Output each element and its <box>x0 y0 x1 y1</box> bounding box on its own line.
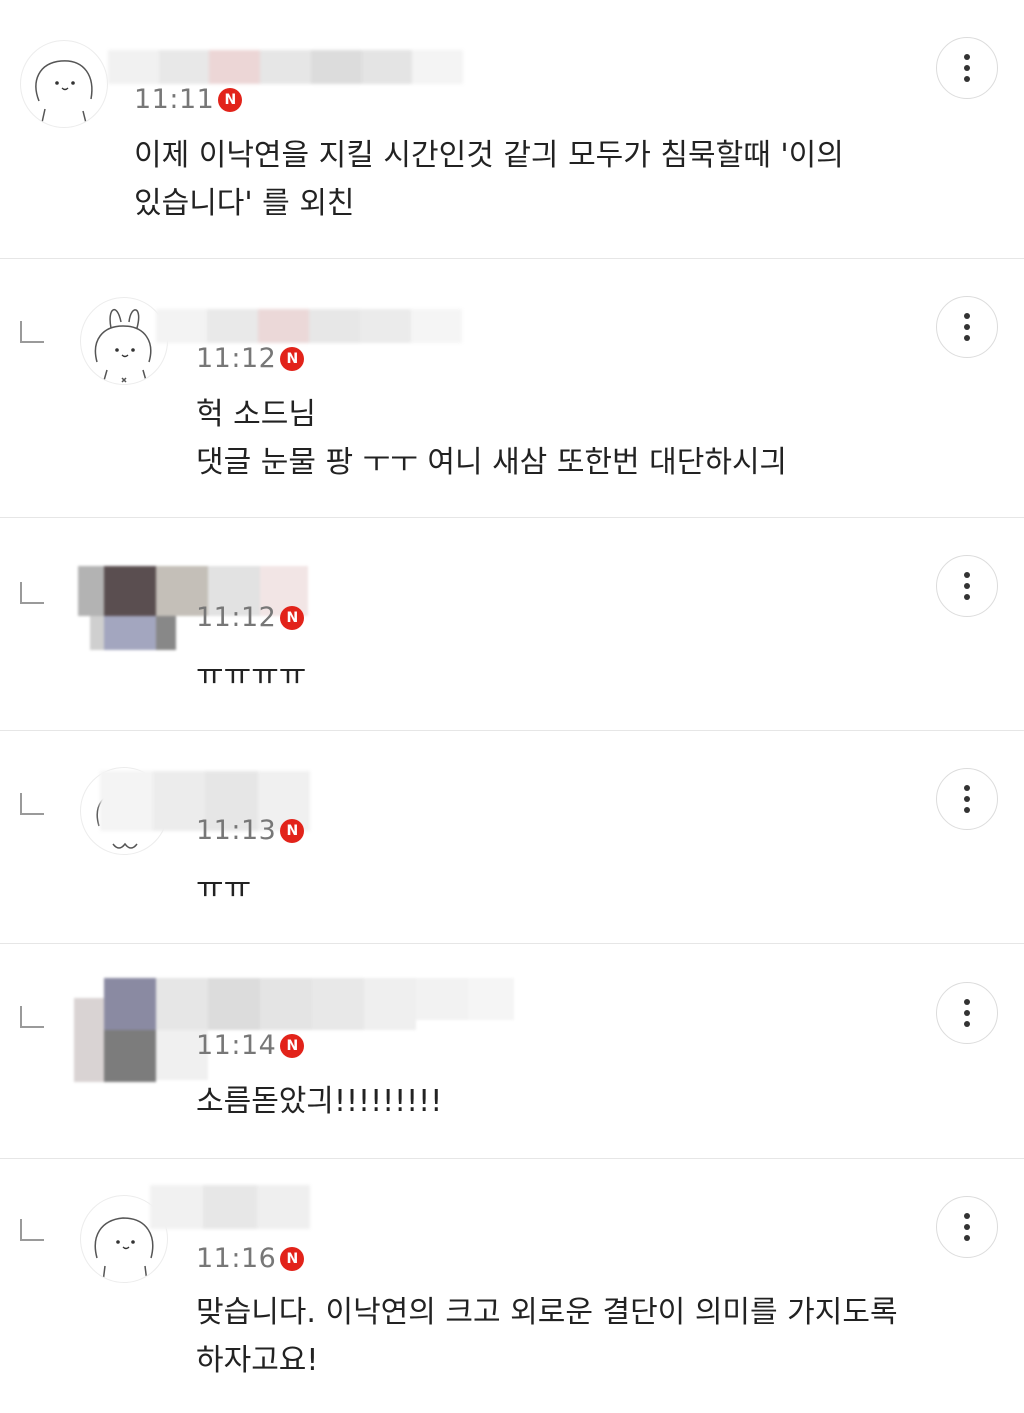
comment-meta: 11:12 N <box>196 602 305 633</box>
reply-item: 11:16 N 맞습니다. 이낙연의 크고 외로운 결단이 의미를 가지도록 하… <box>0 1159 1024 1413</box>
comment-time: 11:11 <box>134 84 215 115</box>
comment-text: ㅠㅠ <box>196 865 251 913</box>
more-options-button[interactable] <box>936 1196 998 1258</box>
reply-item: 11:12 N 헉 소드님 댓글 눈물 팡 ㅜㅜ 여니 새삼 또한번 대단하시긔 <box>0 259 1024 518</box>
new-badge-icon: N <box>280 605 305 630</box>
reply-item: 11:12 N ㅠㅠㅠㅠ <box>0 518 1024 731</box>
comment-text-line: 소름돋았긔!!!!!!!!! <box>196 1084 443 1119</box>
comment-meta: 11:16 N <box>196 1243 305 1274</box>
comment-text-line: 헉 소드님 <box>196 397 316 432</box>
bunny-ears-icon <box>94 309 152 384</box>
comment-meta: 11:11 N <box>134 84 243 115</box>
comment-text: 소름돋았긔!!!!!!!!! <box>196 1078 442 1126</box>
comment-text: 이제 이낙연을 지킬 시간인것 같긔 모두가 침묵할때 '이의 있습니다' 를 … <box>134 132 844 228</box>
new-badge-icon: N <box>280 1246 305 1271</box>
more-options-button[interactable] <box>936 982 998 1044</box>
new-badge-icon: N <box>218 87 243 112</box>
comment-time: 11:12 <box>196 343 277 374</box>
comment-text: ㅠㅠㅠㅠ <box>196 652 306 700</box>
avatar[interactable] <box>74 978 514 1082</box>
comment-text-line: 하자고요! <box>196 1343 319 1378</box>
comment-time: 11:13 <box>196 815 277 846</box>
reply-item: 11:14 N 소름돋았긔!!!!!!!!! <box>0 944 1024 1159</box>
reply-arrow-icon <box>20 793 44 815</box>
bunny-face-icon <box>35 60 93 127</box>
comment-text-line: ㅠㅠㅠㅠ <box>196 658 307 693</box>
comment-text-line: 맞습니다. 이낙연의 크고 외로운 결단이 의미를 가지도록 <box>196 1295 898 1330</box>
comment-meta: 11:14 N <box>196 1030 305 1061</box>
username-redacted <box>150 1185 310 1229</box>
new-badge-icon: N <box>280 1033 305 1058</box>
comment-meta: 11:12 N <box>196 343 305 374</box>
comment-text: 헉 소드님 댓글 눈물 팡 ㅜㅜ 여니 새삼 또한번 대단하시긔 <box>196 391 787 487</box>
reply-arrow-icon <box>20 1006 44 1028</box>
comment-text-line: ㅠㅠ <box>196 871 252 906</box>
username-redacted <box>156 309 462 343</box>
username-redacted <box>108 50 464 84</box>
comment-text-line: 있습니다' 를 외친 <box>134 186 355 221</box>
reply-arrow-icon <box>20 321 44 343</box>
avatar[interactable] <box>78 554 308 650</box>
comment-time: 11:12 <box>196 602 277 633</box>
new-badge-icon: N <box>280 818 305 843</box>
comment-text-line: 댓글 눈물 팡 ㅜㅜ 여니 새삼 또한번 대단하시긔 <box>196 445 788 480</box>
reply-arrow-icon <box>20 1219 44 1241</box>
comment-time: 11:14 <box>196 1030 277 1061</box>
comment-text: 맞습니다. 이낙연의 크고 외로운 결단이 의미를 가지도록 하자고요! <box>196 1289 898 1385</box>
comment-item: 11:11 N 이제 이낙연을 지킬 시간인것 같긔 모두가 침묵할때 '이의 … <box>0 0 1024 259</box>
new-badge-icon: N <box>280 346 305 371</box>
more-options-button[interactable] <box>936 768 998 830</box>
reply-item: 11:13 N ㅠㅠ <box>0 731 1024 944</box>
reply-arrow-icon <box>20 582 44 604</box>
more-options-button[interactable] <box>936 37 998 99</box>
more-options-button[interactable] <box>936 555 998 617</box>
more-options-button[interactable] <box>936 296 998 358</box>
avatar[interactable] <box>20 40 108 128</box>
avatar[interactable] <box>80 297 168 385</box>
comment-time: 11:16 <box>196 1243 277 1274</box>
comment-text-line: 이제 이낙연을 지킬 시간인것 같긔 모두가 침묵할때 '이의 <box>134 138 844 173</box>
comment-meta: 11:13 N <box>196 815 305 846</box>
